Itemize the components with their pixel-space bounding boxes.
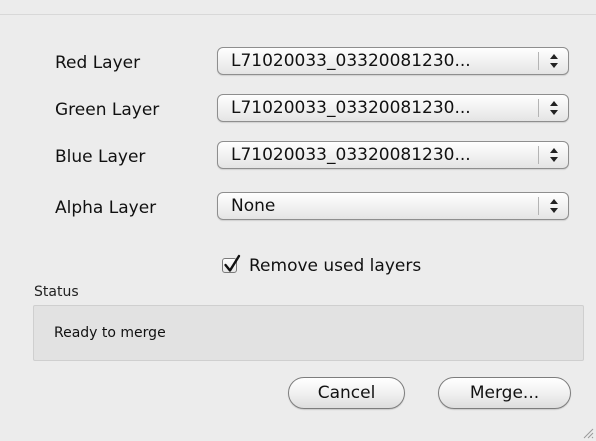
cancel-button[interactable]: Cancel <box>288 377 405 409</box>
alpha-layer-popup[interactable]: None <box>217 192 569 220</box>
green-layer-label: Green Layer <box>55 100 160 120</box>
blue-layer-value: L71020033_03320081230... <box>231 145 471 165</box>
up-down-arrows-icon <box>550 199 558 213</box>
up-down-arrows-icon <box>550 148 558 162</box>
blue-layer-row: Blue Layer L71020033_03320081230... <box>0 141 596 173</box>
popup-divider <box>538 197 539 215</box>
popup-divider <box>538 146 539 164</box>
red-layer-popup[interactable]: L71020033_03320081230... <box>217 47 569 75</box>
checkmark-icon <box>224 254 241 272</box>
blue-layer-label: Blue Layer <box>55 147 146 167</box>
status-box: Ready to merge <box>33 305 584 361</box>
alpha-layer-value: None <box>231 196 276 216</box>
popup-divider <box>538 52 539 70</box>
merge-button[interactable]: Merge... <box>438 377 571 409</box>
red-layer-value: L71020033_03320081230... <box>231 51 471 71</box>
status-text: Ready to merge <box>54 325 166 341</box>
remove-used-layers-label[interactable]: Remove used layers <box>249 252 421 280</box>
green-layer-popup[interactable]: L71020033_03320081230... <box>217 94 569 122</box>
alpha-layer-row: Alpha Layer None <box>0 192 596 224</box>
red-layer-label: Red Layer <box>55 53 141 73</box>
red-layer-row: Red Layer L71020033_03320081230... <box>0 47 596 79</box>
window-top-edge <box>0 0 596 15</box>
remove-used-layers-checkbox[interactable] <box>222 254 241 273</box>
merge-layers-dialog: Red Layer L71020033_03320081230... Green… <box>0 0 596 441</box>
green-layer-value: L71020033_03320081230... <box>231 98 471 118</box>
popup-divider <box>538 99 539 117</box>
status-caption: Status <box>34 284 79 300</box>
up-down-arrows-icon <box>550 54 558 68</box>
resize-grip-icon[interactable] <box>580 425 594 439</box>
up-down-arrows-icon <box>550 101 558 115</box>
alpha-layer-label: Alpha Layer <box>55 198 157 218</box>
blue-layer-popup[interactable]: L71020033_03320081230... <box>217 141 569 169</box>
green-layer-row: Green Layer L71020033_03320081230... <box>0 94 596 126</box>
